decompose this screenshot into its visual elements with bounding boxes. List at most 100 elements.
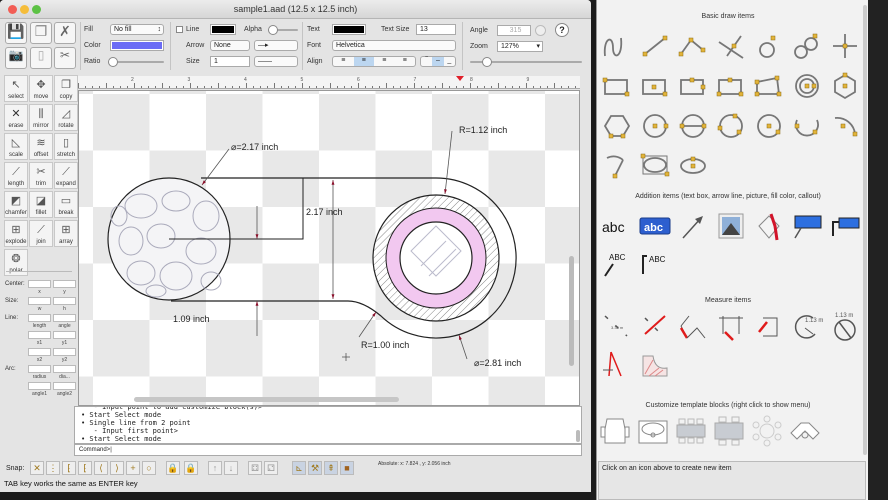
drawing-canvas[interactable]: ⌀=2.17 inch R=1.12 inch 2.17 inch 1.09 i…: [78, 90, 580, 406]
align-justify-button[interactable]: ≡: [395, 57, 416, 66]
angle2-field[interactable]: [53, 382, 76, 390]
align-bottom-button[interactable]: _: [444, 57, 455, 66]
copy-file-button[interactable]: ❐: [30, 22, 52, 44]
snap-intersection-button[interactable]: ⟩: [110, 461, 124, 475]
basic-rect-edge-button[interactable]: [676, 70, 710, 102]
angle-field[interactable]: 315: [497, 25, 531, 36]
tool-length[interactable]: ⟋ length: [4, 162, 28, 189]
dia-field[interactable]: [53, 365, 76, 373]
measure-measure-radius-button[interactable]: 1.13 m: [790, 310, 824, 342]
addition-callout-corner-button[interactable]: [828, 210, 862, 242]
snap-group-button[interactable]: ⚃: [248, 461, 262, 475]
snap-ortho-button[interactable]: ⊾: [292, 461, 306, 475]
tool-expand[interactable]: ⟋ expand: [54, 162, 78, 189]
tool-select[interactable]: ↖ select: [4, 75, 28, 102]
w-field[interactable]: [28, 297, 51, 305]
basic-line-button[interactable]: [638, 30, 672, 62]
arrow-style-select[interactable]: —▸: [254, 40, 298, 51]
measure-measure-area-button[interactable]: [638, 348, 672, 380]
h-field[interactable]: [53, 297, 76, 305]
ratio-slider[interactable]: [108, 57, 164, 67]
y-field[interactable]: [53, 280, 76, 288]
basic-arc-button[interactable]: [828, 110, 862, 142]
ratio-slider-knob[interactable]: [108, 57, 118, 67]
y2-field[interactable]: [53, 348, 76, 356]
addition-arrow-line-button[interactable]: [676, 210, 710, 242]
tool-erase[interactable]: ✕ erase: [4, 104, 28, 131]
log-scrollbar[interactable]: [576, 430, 580, 442]
basic-circle-three-point-button[interactable]: [714, 110, 748, 142]
minimize-window-button[interactable]: [20, 5, 29, 14]
help-button[interactable]: ?: [555, 23, 569, 37]
tool-array[interactable]: ⊞ array: [54, 220, 78, 247]
tool-move[interactable]: ✥ move: [29, 75, 53, 102]
tool-scale[interactable]: ◺ scale: [4, 133, 28, 160]
radius-field[interactable]: [28, 365, 51, 373]
command-input[interactable]: Command>|: [74, 444, 582, 456]
template-table-four-button[interactable]: [712, 415, 746, 447]
addition-callout-button[interactable]: [790, 210, 824, 242]
basic-arc-three-button[interactable]: [790, 110, 824, 142]
dimension-height[interactable]: 2.17 inch: [306, 207, 343, 217]
snap-midpoint-button[interactable]: ⁅: [78, 461, 92, 475]
addition-text-button[interactable]: abc: [600, 210, 634, 242]
snap-top-button[interactable]: ⇞: [324, 461, 338, 475]
text-size-combo[interactable]: 13: [416, 24, 456, 35]
y1-field[interactable]: [53, 331, 76, 339]
x1-field[interactable]: [28, 331, 51, 339]
x-field[interactable]: [28, 280, 51, 288]
screenshot-button[interactable]: 📷: [5, 47, 27, 69]
measure-measure-length-button[interactable]: 3.33 m: [600, 310, 634, 342]
save-button[interactable]: 💾: [5, 22, 27, 44]
text-color-well[interactable]: [332, 24, 366, 35]
dimension-fillet-radius[interactable]: R=1.00 inch: [361, 340, 409, 350]
addition-picture-button[interactable]: [714, 210, 748, 242]
basic-ellipse-button[interactable]: [676, 150, 710, 182]
dimension-outer-diameter[interactable]: ⌀=2.81 inch: [474, 358, 521, 368]
snap-unlock-button[interactable]: 🔒: [184, 461, 198, 475]
basic-arc-center-button[interactable]: [752, 110, 786, 142]
tool-break[interactable]: ▭ break: [54, 191, 78, 218]
basic-rect-center-button[interactable]: [638, 70, 672, 102]
measure-measure-length-red-button[interactable]: [638, 310, 672, 342]
snap-grid-snap-off-button[interactable]: ✕: [30, 461, 44, 475]
zoom-combo[interactable]: 127% ▾: [497, 41, 543, 52]
addition-fill-color-button[interactable]: [752, 210, 786, 242]
angle-field[interactable]: [53, 314, 76, 322]
align-right-button[interactable]: ≡: [374, 57, 395, 66]
tool-fillet[interactable]: ◪ fillet: [29, 191, 53, 218]
addition-leader-text-button[interactable]: ABC: [600, 250, 634, 282]
dimension-right-radius[interactable]: R=1.12 inch: [459, 125, 507, 135]
line-color-well[interactable]: [210, 24, 236, 35]
tool-chamfer[interactable]: ◩ chamfer: [4, 191, 28, 218]
measure-measure-horizontal-button[interactable]: [752, 310, 786, 342]
dimension-offset[interactable]: 1.09 inch: [173, 314, 210, 324]
angle1-field[interactable]: [28, 382, 51, 390]
x2-field[interactable]: [28, 348, 51, 356]
basic-two-circles-button[interactable]: [790, 30, 824, 62]
basic-cross-point-button[interactable]: [828, 30, 862, 62]
line-style-select[interactable]: ——: [254, 56, 298, 67]
paste-button[interactable]: ▯: [30, 47, 52, 69]
arrow-select[interactable]: None: [210, 40, 250, 51]
snap-down-button[interactable]: ↓: [224, 461, 238, 475]
cut-button[interactable]: ✂: [54, 47, 76, 69]
zoom-slider[interactable]: [470, 57, 582, 67]
tool-rotate[interactable]: ◿ rotate: [54, 104, 78, 131]
template-chair-button[interactable]: [598, 415, 632, 447]
snap-ungroup-button[interactable]: ⚁: [264, 461, 278, 475]
tool-mirror[interactable]: ⫼ mirror: [29, 104, 53, 131]
tool-stretch[interactable]: ▯ stretch: [54, 133, 78, 160]
tool-explode[interactable]: ⊞ explode: [4, 220, 28, 247]
snap-hammer-button[interactable]: ⚒: [308, 461, 322, 475]
fill-select[interactable]: No fill ↕: [110, 24, 164, 35]
basic-rect-three-button[interactable]: [714, 70, 748, 102]
measure-measure-aligned-button[interactable]: [676, 310, 710, 342]
alpha-slider-knob[interactable]: [268, 25, 278, 35]
basic-circle-diameter-button[interactable]: [676, 110, 710, 142]
template-table-six-button[interactable]: [674, 415, 708, 447]
basic-concentric-button[interactable]: [790, 70, 824, 102]
basic-rectangle-button[interactable]: [600, 70, 634, 102]
basic-quad-button[interactable]: [752, 70, 786, 102]
tool-offset[interactable]: ≋ offset: [29, 133, 53, 160]
